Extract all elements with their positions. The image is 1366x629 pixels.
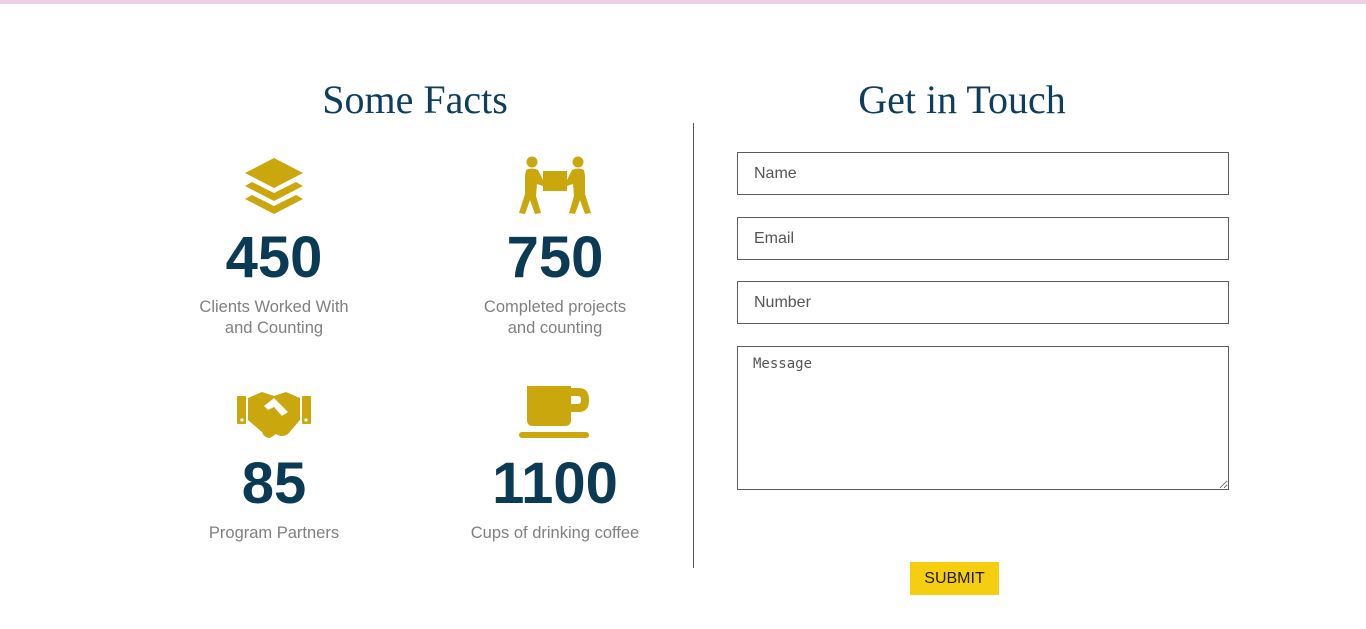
- top-accent-bar: [0, 0, 1366, 4]
- name-input[interactable]: [737, 152, 1229, 195]
- people-carry-icon: [515, 156, 595, 218]
- facts-heading: Some Facts: [322, 77, 508, 122]
- fact-label: Completed projects and counting: [483, 298, 627, 337]
- fact-label: Clients Worked With and Counting: [199, 298, 349, 337]
- fact-number: 85: [241, 451, 307, 516]
- fact-number: 450: [225, 225, 323, 290]
- fact-item: 85 Program Partners: [154, 382, 394, 544]
- fact-item: 450 Clients Worked With and Counting: [154, 156, 394, 339]
- section-divider: [693, 123, 694, 568]
- handshake-icon: [234, 382, 314, 444]
- contact-heading: Get in Touch: [858, 77, 1066, 122]
- coffee-cup-icon: [515, 382, 595, 444]
- email-input[interactable]: [737, 217, 1229, 260]
- message-textarea[interactable]: [737, 346, 1229, 490]
- layers-icon: [234, 156, 314, 218]
- fact-item: 1100 Cups of drinking coffee: [435, 382, 675, 544]
- fact-number: 750: [506, 225, 604, 290]
- fact-number: 1100: [492, 451, 618, 516]
- number-input[interactable]: [737, 281, 1229, 324]
- submit-button[interactable]: SUBMIT: [910, 562, 999, 595]
- fact-label: Program Partners: [208, 524, 340, 542]
- fact-label: Cups of drinking coffee: [470, 524, 640, 542]
- fact-item: 750 Completed projects and counting: [435, 156, 675, 339]
